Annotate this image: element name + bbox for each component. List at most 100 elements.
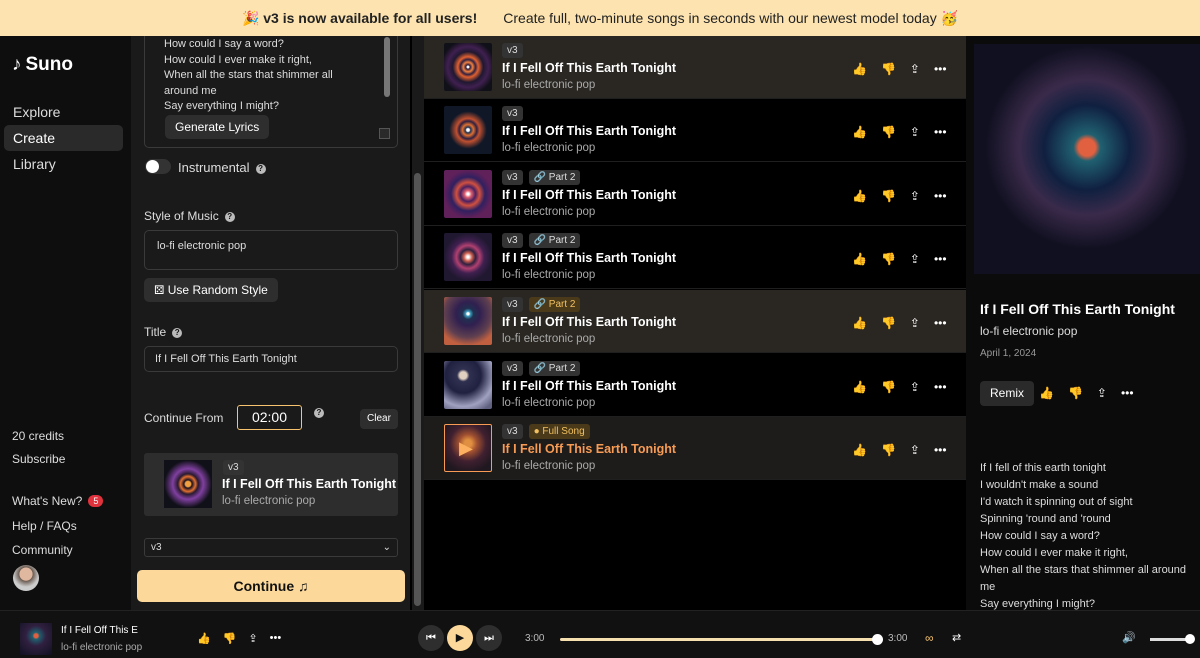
song-row[interactable]: v3 🔗 Part 2 If I Fell Off This Earth Toni… [424, 226, 966, 289]
play-icon[interactable]: ▶ [459, 438, 473, 459]
continue-from-input[interactable]: 02:00 [237, 405, 302, 430]
play-button[interactable]: ▶ [447, 625, 473, 651]
thumbs-down-icon[interactable]: 👎 [1068, 386, 1083, 400]
link-icon: 🔗 [533, 172, 549, 183]
thumbs-up-icon[interactable]: 👍 [197, 632, 211, 645]
more-icon[interactable]: ••• [934, 189, 947, 203]
avatar[interactable] [13, 565, 39, 591]
more-icon[interactable]: ••• [934, 252, 947, 266]
lyrics-textarea[interactable]: How could I say a word? How could I ever… [144, 36, 398, 148]
loop-icon[interactable]: ∞ [925, 631, 934, 645]
more-icon[interactable]: ••• [1121, 386, 1134, 400]
player-title[interactable]: If I Fell Off This E [61, 625, 138, 636]
thumbs-up-icon[interactable]: 👍 [852, 125, 867, 139]
thumbs-up-icon[interactable]: 👍 [1039, 386, 1054, 400]
version-tag: v3 [502, 361, 523, 376]
song-title[interactable]: If I Fell Off This Earth Tonight [502, 315, 676, 329]
song-artwork [444, 43, 492, 91]
subscribe-link[interactable]: Subscribe [12, 452, 65, 466]
style-input[interactable]: lo-fi electronic pop [144, 230, 398, 270]
share-icon[interactable]: ⇪ [1097, 386, 1107, 400]
thumbs-down-icon[interactable]: 👎 [881, 189, 896, 203]
song-list: v3 If I Fell Off This Earth Tonight lo-f… [424, 36, 966, 610]
thumbs-down-icon[interactable]: 👎 [881, 125, 896, 139]
clear-button[interactable]: Clear [360, 409, 398, 429]
song-row-playing[interactable]: ▶ v3 ● Full Song If I Fell Off This Earth… [424, 417, 966, 480]
random-style-button[interactable]: ⚄ Use Random Style [144, 278, 278, 302]
thumbs-up-icon[interactable]: 👍 [852, 189, 867, 203]
thumbs-up-icon[interactable]: 👍 [852, 252, 867, 266]
lyrics-scrollbar[interactable] [384, 37, 390, 97]
thumbs-down-icon[interactable]: 👎 [881, 380, 896, 394]
more-icon[interactable]: ••• [270, 632, 282, 645]
volume-icon[interactable]: 🔊 [1122, 631, 1136, 644]
song-title[interactable]: If I Fell Off This Earth Tonight [502, 188, 676, 202]
progress-slider[interactable] [560, 634, 883, 645]
song-title[interactable]: If I Fell Off This Earth Tonight [502, 379, 676, 393]
logo[interactable]: ♪ Suno [12, 54, 73, 76]
share-icon[interactable]: ⇪ [910, 380, 920, 394]
song-title[interactable]: If I Fell Off This Earth Tonight [502, 61, 676, 75]
version-tag: v3 [502, 43, 523, 58]
thumbs-down-icon[interactable]: 👎 [881, 252, 896, 266]
nav-create[interactable]: Create [4, 125, 123, 151]
more-icon[interactable]: ••• [934, 380, 947, 394]
repeat-icon[interactable]: ⇄ [952, 631, 961, 644]
resize-grip-icon[interactable] [379, 128, 390, 139]
thumbs-up-icon[interactable]: 👍 [852, 380, 867, 394]
song-row[interactable]: v3 If I Fell Off This Earth Tonight lo-f… [424, 36, 966, 99]
help-icon[interactable]: ? [314, 408, 324, 418]
more-icon[interactable]: ••• [934, 316, 947, 330]
title-input[interactable]: If I Fell Off This Earth Tonight [144, 346, 398, 372]
song-row[interactable]: v3 🔗 Part 2 If I Fell Off This Earth Toni… [424, 163, 966, 226]
help-icon[interactable]: ? [224, 212, 235, 222]
volume-slider[interactable] [1150, 634, 1195, 644]
more-icon[interactable]: ••• [934, 62, 947, 76]
song-cover-image [974, 44, 1200, 274]
volume-knob[interactable] [1185, 634, 1195, 644]
share-icon[interactable]: ⇪ [910, 252, 920, 266]
nav-explore[interactable]: Explore [4, 99, 123, 125]
thumbs-up-icon[interactable]: 👍 [852, 443, 867, 457]
help-icon[interactable]: ? [255, 164, 266, 174]
remix-button[interactable]: Remix [980, 381, 1035, 406]
song-title[interactable]: If I Fell Off This Earth Tonight [502, 442, 676, 456]
previous-button[interactable]: ⏮ [418, 625, 444, 651]
song-title[interactable]: If I Fell Off This Earth Tonight [502, 124, 676, 138]
thumbs-up-icon[interactable]: 👍 [852, 62, 867, 76]
instrumental-toggle[interactable] [145, 159, 171, 174]
share-icon[interactable]: ⇪ [910, 125, 920, 139]
model-select[interactable]: v3 ⌄ [144, 538, 398, 557]
generate-lyrics-button[interactable]: Generate Lyrics [165, 115, 270, 139]
help-link[interactable]: Help / FAQs [12, 519, 77, 533]
song-title[interactable]: If I Fell Off This Earth Tonight [502, 251, 676, 265]
continue-button[interactable]: Continue ♫ [137, 570, 405, 602]
create-panel-scrollbar[interactable] [412, 36, 424, 610]
song-row[interactable]: v3 If I Fell Off This Earth Tonight lo-f… [424, 99, 966, 162]
thumbs-down-icon[interactable]: 👎 [223, 632, 237, 645]
thumbs-up-icon[interactable]: 👍 [852, 316, 867, 330]
community-link[interactable]: Community [12, 543, 73, 557]
share-icon[interactable]: ⇪ [910, 189, 920, 203]
progress-knob[interactable] [872, 634, 883, 645]
song-row[interactable]: v3 🔗 Part 2 If I Fell Off This Earth Toni… [424, 354, 966, 417]
share-icon[interactable]: ⇪ [910, 443, 920, 457]
whats-new-badge: 5 [88, 495, 104, 507]
song-row[interactable]: v3 🔗 Part 2 If I Fell Off This Earth Toni… [424, 290, 966, 353]
song-style: lo-fi electronic pop [502, 206, 596, 218]
song-artwork [444, 170, 492, 218]
thumbs-down-icon[interactable]: 👎 [881, 316, 896, 330]
share-icon[interactable]: ⇪ [910, 62, 920, 76]
thumbs-down-icon[interactable]: 👎 [881, 443, 896, 457]
thumbs-down-icon[interactable]: 👎 [881, 62, 896, 76]
share-icon[interactable]: ⇪ [910, 316, 920, 330]
share-icon[interactable]: ⇪ [248, 632, 257, 645]
nav-library[interactable]: Library [4, 151, 123, 177]
more-icon[interactable]: ••• [934, 443, 947, 457]
more-icon[interactable]: ••• [934, 125, 947, 139]
next-button[interactable]: ⏭ [476, 625, 502, 651]
help-icon[interactable]: ? [172, 328, 183, 338]
lyrics-text: How could I say a word? How could I ever… [164, 38, 333, 112]
whats-new-link[interactable]: What's New? 5 [12, 494, 104, 508]
instrumental-label: Instrumental? [178, 160, 266, 175]
